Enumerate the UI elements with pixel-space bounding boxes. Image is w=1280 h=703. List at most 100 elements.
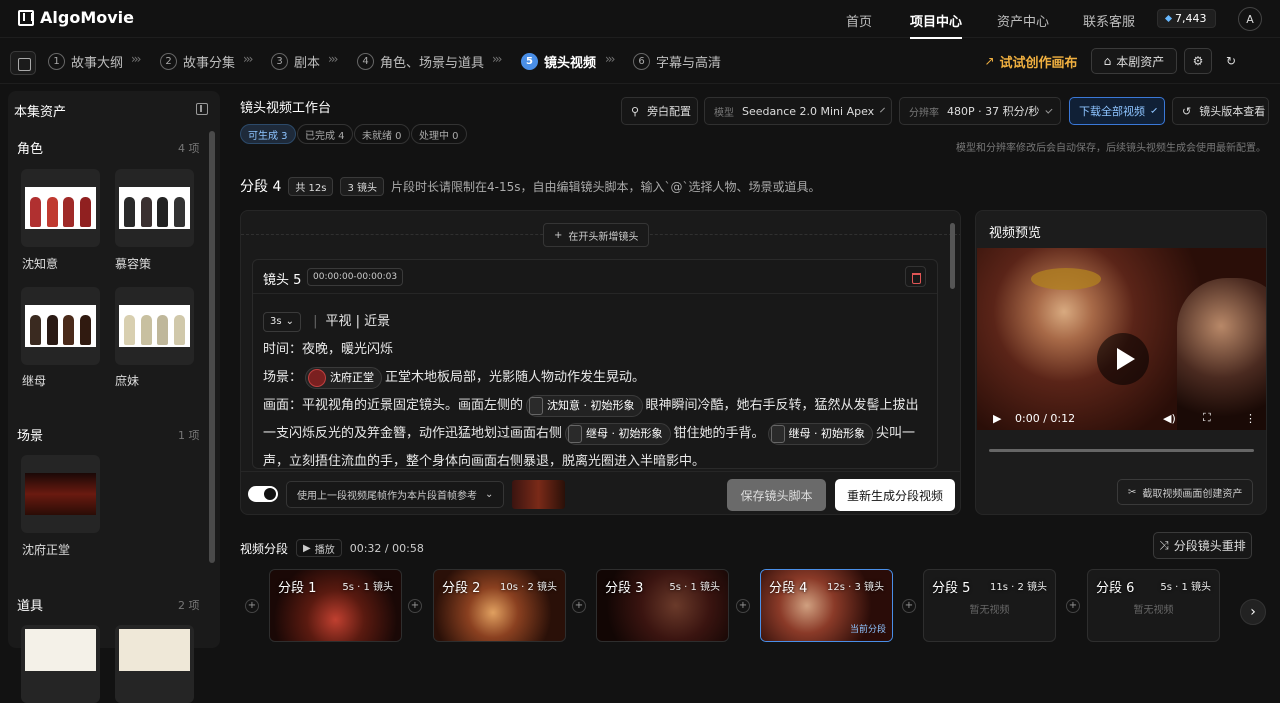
sidebar-scrollbar[interactable] (209, 131, 215, 563)
current-segment-tag: 当前分段 (849, 625, 886, 635)
volume-icon[interactable]: ◀) (1163, 412, 1176, 425)
shot-header: 镜头 5 00:00:00-00:00:03 (253, 260, 937, 294)
nav-home[interactable]: 首页 (846, 11, 872, 30)
asset-card-scene[interactable] (21, 455, 100, 533)
play-icon[interactable] (1097, 333, 1149, 385)
trash-icon[interactable] (905, 266, 926, 287)
avatar[interactable]: A (1238, 7, 1262, 31)
refresh-button[interactable]: ↻ (1218, 48, 1244, 74)
series-assets-button[interactable]: ⌂ 本剧资产 (1091, 48, 1177, 74)
scene-thumb-icon (308, 368, 327, 387)
trial-canvas-label: 试试创作画布 (999, 55, 1078, 71)
play-small-icon[interactable]: ▶ (993, 412, 1001, 425)
nav-assets[interactable]: 资产中心 (997, 11, 1049, 30)
toggle-panel-button[interactable] (10, 51, 36, 75)
nav-support[interactable]: 联系客服 (1083, 11, 1135, 30)
asset-name: 庶妹 (115, 374, 140, 388)
save-script-button[interactable]: 保存镜头脚本 (727, 479, 826, 511)
app-logo[interactable]: AlgoMovie (18, 8, 134, 27)
config-hint: 模型和分辨率修改后会自动保存，后续镜头视频生成会使用最新配置。 (956, 143, 1266, 154)
use-last-frame-toggle[interactable] (248, 486, 278, 502)
segment-card[interactable]: 分段 2 10s · 2 镜头 (433, 569, 566, 642)
download-all-button[interactable]: 下载全部视频 (1069, 97, 1165, 125)
character-tag[interactable]: 沈知意 · 初始形象 (526, 394, 643, 417)
resolution-label: 分辨率 (909, 107, 939, 119)
chevron-down-icon (880, 107, 886, 112)
status-filter-processing[interactable]: 处理中 0 (411, 124, 467, 144)
step-4[interactable]: 4 角色、场景与道具 (357, 52, 484, 71)
resolution-select[interactable]: 分辨率 480P · 37 积分/秒 (899, 97, 1061, 125)
fullscreen-icon[interactable]: ⛶ (1203, 411, 1211, 425)
step-label: 字幕与高清 (656, 56, 722, 71)
asset-card-role[interactable] (115, 169, 194, 247)
preview-title: 视频预览 (989, 226, 1042, 241)
script-visual-text: 钳住她的手背。 (673, 426, 765, 441)
step-number: 6 (633, 53, 650, 70)
segment-card[interactable]: 分段 1 5s · 1 镜头 (269, 569, 402, 642)
insert-segment-icon[interactable]: + (1066, 599, 1080, 613)
step-2[interactable]: 2 故事分集 (160, 52, 235, 71)
video-player[interactable]: ▶ 0:00 / 0:12 ◀) ⛶ ⋮ (977, 248, 1266, 430)
character-tag-label: 沈知意 · 初始形象 (547, 398, 635, 412)
video-progress-bar[interactable] (989, 449, 1254, 452)
no-video-text: 暂无视频 (969, 605, 1010, 616)
insert-segment-icon[interactable]: + (736, 599, 750, 613)
insert-segment-icon[interactable]: + (902, 599, 916, 613)
step-3[interactable]: 3 剧本 (271, 52, 320, 71)
voiceover-config-button[interactable]: ⚲ 旁白配置 (621, 97, 698, 125)
status-filter-done[interactable]: 已完成 4 (297, 124, 353, 144)
model-select[interactable]: 模型 Seedance 2.0 Mini Apex (704, 97, 892, 125)
version-history-button[interactable]: ↺ 镜头版本查看 (1172, 97, 1269, 125)
insert-segment-icon[interactable]: + (408, 599, 422, 613)
asset-card-role[interactable] (21, 169, 100, 247)
character-sheet-image (119, 187, 190, 229)
asset-card-role[interactable] (115, 287, 194, 365)
chevron-down-icon (1045, 106, 1053, 113)
segment-card[interactable]: 分段 3 5s · 1 镜头 (596, 569, 729, 642)
asset-card-prop[interactable] (115, 625, 194, 703)
status-filter-not-ready[interactable]: 未就绪 0 (354, 124, 410, 144)
script-scene-prefix: 场景： (263, 370, 303, 385)
collapse-sidebar-icon[interactable] (196, 103, 208, 115)
script-visual-text: 画面：平视视角的近景固定镜头。画面左侧的 (263, 398, 524, 413)
nav-projects[interactable]: 项目中心 (910, 11, 963, 39)
scene-tag[interactable]: 沈府正堂 (305, 366, 383, 389)
asset-name: 慕容策 (115, 257, 152, 271)
settings-button[interactable]: ⚙ (1184, 48, 1212, 74)
asset-card-prop[interactable] (21, 625, 100, 703)
rearrange-shots-button[interactable]: ⤨ 分段镜头重排 (1153, 532, 1252, 559)
character-tag[interactable]: 继母 · 初始形象 (565, 422, 671, 445)
shot-card: 镜头 5 00:00:00-00:00:03 3s ⌄ | 平视 | 近景 时间：夜… (252, 259, 938, 469)
step-1[interactable]: 1 故事大纲 (48, 52, 123, 71)
duration-select[interactable]: 3s ⌄ (263, 311, 301, 332)
scenes-count: 1 项 (178, 429, 200, 442)
play-all-button[interactable]: ▶ 播放 (296, 539, 342, 557)
segment-card[interactable]: 分段 5 11s · 2 镜头 暂无视频 (923, 569, 1056, 642)
segment-card[interactable]: 分段 6 5s · 1 镜头 暂无视频 (1087, 569, 1220, 642)
segment-title: 分段 4 (240, 179, 282, 195)
link-icon: ⚲ (631, 104, 640, 118)
duration-value: 3s (270, 315, 282, 327)
more-icon[interactable]: ⋮ (1245, 412, 1256, 425)
segment-meta: 5s · 1 镜头 (342, 582, 393, 593)
credits-badge[interactable]: 7,443 (1157, 9, 1216, 28)
insert-segment-icon[interactable]: + (245, 599, 259, 613)
voiceover-label: 旁白配置 (647, 105, 692, 118)
insert-segment-icon[interactable]: + (572, 599, 586, 613)
status-filter-generatable[interactable]: 可生成 3 (240, 124, 296, 144)
trial-canvas-button[interactable]: ↗ 试试创作画布 (981, 48, 1081, 74)
step-6[interactable]: 6 字幕与高清 (633, 52, 721, 71)
reference-frame-thumbnail[interactable] (512, 480, 565, 509)
asset-card-role[interactable] (21, 287, 100, 365)
capture-frame-button[interactable]: ✂ 截取视频画面创建资产 (1117, 479, 1254, 505)
chevron-right-icon[interactable]: › (1240, 599, 1266, 625)
regenerate-segment-button[interactable]: 重新生成分段视频 (835, 479, 955, 511)
segment-card-current[interactable]: 分段 4 12s · 3 镜头 当前分段 (760, 569, 893, 642)
workbench-title: 镜头视频工作台 (240, 101, 332, 116)
step-5[interactable]: 5 镜头视频 (521, 52, 596, 71)
editor-scrollbar[interactable] (950, 223, 955, 289)
shot-script[interactable]: 3s ⌄ | 平视 | 近景 时间：夜晚，暖光闪烁 场景： 沈府正堂 正堂木地板局部，光… (263, 308, 928, 468)
reference-mode-select[interactable]: 使用上一段视频尾帧作为本片段首帧参考 ⌄ (286, 481, 505, 508)
add-shot-at-start-button[interactable]: + 在开头新增镜头 (543, 223, 650, 247)
character-tag[interactable]: 继母 · 初始形象 (767, 422, 874, 445)
